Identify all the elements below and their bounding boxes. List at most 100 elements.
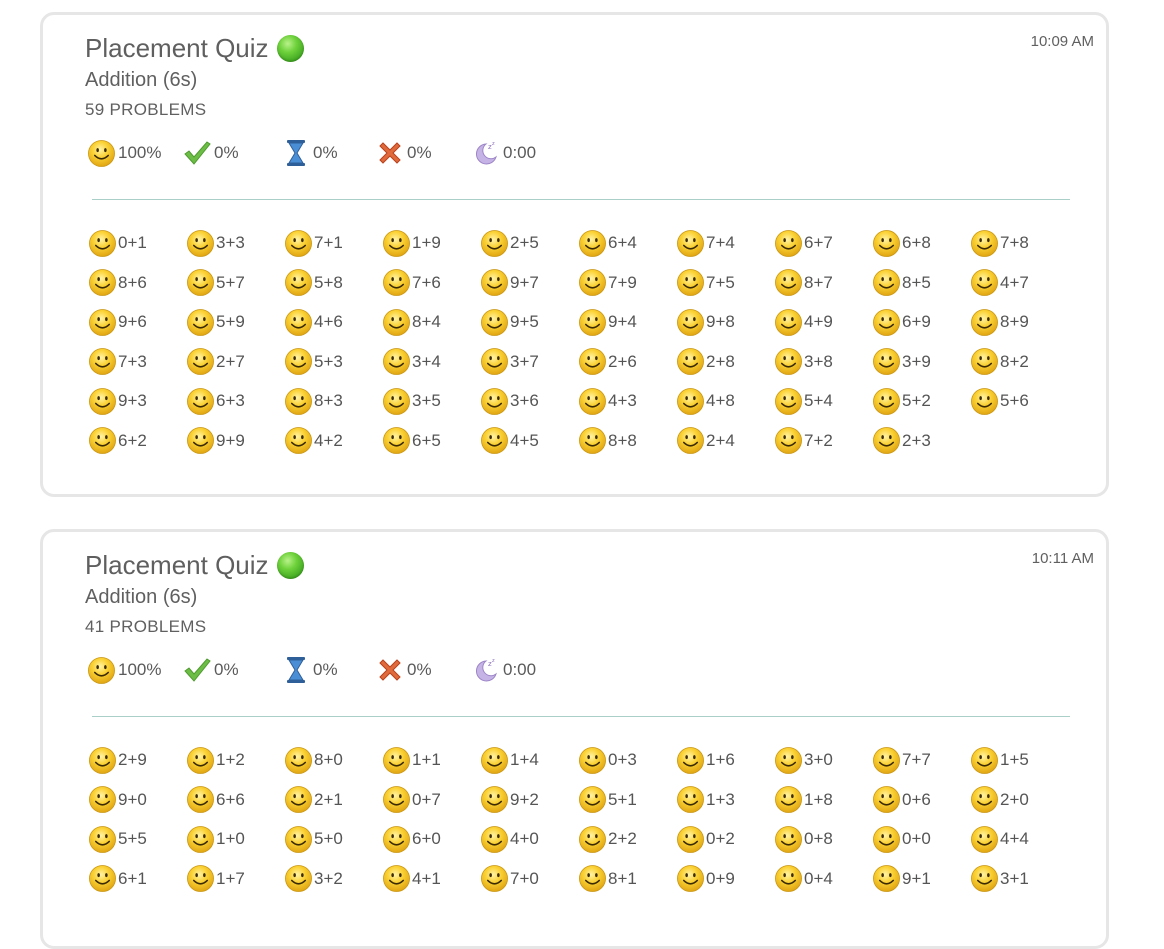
problem-item: 0+7 — [382, 785, 480, 815]
cross-icon — [376, 139, 404, 167]
problem-item: 6+7 — [774, 228, 872, 258]
problem-item: 6+1 — [88, 864, 186, 894]
smiley-icon — [383, 786, 410, 813]
problem-label: 5+3 — [314, 351, 343, 371]
problem-item: 5+2 — [872, 386, 970, 416]
divider — [92, 716, 1070, 717]
problem-item: 3+7 — [480, 347, 578, 377]
smiley-icon — [383, 308, 410, 336]
problem-label: 7+8 — [1000, 233, 1029, 252]
problem-label: 8+8 — [608, 430, 637, 450]
smiley-icon — [579, 786, 606, 813]
problem-item: 7+4 — [676, 228, 774, 258]
smiley-icon — [579, 427, 606, 454]
smiley-icon — [775, 269, 802, 296]
problem-item: 8+6 — [88, 268, 186, 298]
problem-item: 4+6 — [284, 307, 382, 337]
problem-label: 6+0 — [412, 829, 441, 848]
smiley-icon — [579, 825, 606, 853]
problem-label: 4+1 — [412, 868, 441, 888]
smiley-icon — [873, 269, 900, 296]
problem-item: 0+9 — [676, 864, 774, 894]
smiley-icon — [579, 746, 606, 774]
problem-item: 9+1 — [872, 864, 970, 894]
problem-label: 2+2 — [608, 829, 637, 848]
problem-label: 4+7 — [1000, 272, 1029, 292]
smiley-icon — [481, 387, 508, 415]
divider — [92, 199, 1070, 200]
smiley-icon — [873, 229, 900, 257]
smiley-icon — [383, 825, 410, 853]
problem-item: 8+5 — [872, 268, 970, 298]
problem-label: 9+0 — [118, 789, 147, 809]
problem-item: 1+6 — [676, 745, 774, 775]
smiley-icon — [89, 865, 116, 892]
smiley-icon — [187, 825, 214, 853]
smiley-icon — [89, 229, 116, 257]
smiley-icon — [579, 269, 606, 296]
problem-item: 5+3 — [284, 347, 382, 377]
problem-label: 0+0 — [902, 829, 931, 848]
problem-label: 0+2 — [706, 829, 735, 848]
problem-item: 9+9 — [186, 426, 284, 456]
problem-item: 6+3 — [186, 386, 284, 416]
problem-label: 1+3 — [706, 789, 735, 809]
problem-item: 7+3 — [88, 347, 186, 377]
smiley-icon — [775, 308, 802, 336]
stat-idle-time: zz 0:00 — [472, 138, 536, 168]
smiley-icon — [971, 746, 998, 774]
problem-item: 4+8 — [676, 386, 774, 416]
problem-label: 4+4 — [1000, 829, 1029, 848]
check-icon — [183, 139, 211, 167]
problem-label: 7+2 — [804, 430, 833, 450]
problem-item: 1+3 — [676, 785, 774, 815]
problem-item: 0+1 — [88, 228, 186, 258]
problem-label: 1+9 — [412, 233, 441, 252]
smiley-icon — [775, 229, 802, 257]
problem-label: 6+1 — [118, 868, 147, 888]
smiley-icon — [775, 825, 802, 853]
smiley-icon — [481, 308, 508, 336]
problem-item: 1+7 — [186, 864, 284, 894]
problem-label: 3+0 — [804, 750, 833, 769]
stat-slow: 0% — [282, 655, 338, 685]
problem-label: 7+9 — [608, 272, 637, 292]
quiz-time: 10:11 AM — [1031, 550, 1094, 567]
problem-label: 5+1 — [608, 789, 637, 809]
problem-item: 9+4 — [578, 307, 676, 337]
smiley-icon — [481, 786, 508, 813]
problem-label: 2+3 — [902, 430, 931, 450]
problem-item: 5+0 — [284, 824, 382, 854]
problem-label: 1+4 — [510, 750, 539, 769]
problem-item: 0+3 — [578, 745, 676, 775]
stat-slow: 0% — [282, 138, 338, 168]
svg-text:z: z — [492, 141, 495, 147]
problem-label: 2+9 — [118, 750, 147, 769]
smiley-icon — [971, 348, 998, 375]
problem-item: 5+8 — [284, 268, 382, 298]
smiley-icon — [971, 269, 998, 296]
problem-label: 9+2 — [510, 789, 539, 809]
smiley-icon — [383, 229, 410, 257]
problem-item: 9+5 — [480, 307, 578, 337]
problem-item: 9+8 — [676, 307, 774, 337]
problem-label: 4+5 — [510, 430, 539, 450]
problem-label: 6+5 — [412, 430, 441, 450]
smiley-icon — [873, 427, 900, 454]
problem-item: 0+6 — [872, 785, 970, 815]
problem-item: 2+6 — [578, 347, 676, 377]
problem-label: 5+9 — [216, 312, 245, 331]
problem-label: 0+1 — [118, 233, 147, 252]
smiley-icon — [89, 786, 116, 813]
problem-label: 8+0 — [314, 750, 343, 769]
problem-item: 8+2 — [970, 347, 1068, 377]
stat-value: 0% — [407, 660, 432, 679]
green-status-icon — [276, 34, 304, 62]
smiley-icon — [89, 348, 116, 375]
problem-item: 2+7 — [186, 347, 284, 377]
smiley-icon — [579, 348, 606, 375]
smiley-icon — [481, 269, 508, 296]
problem-item: 9+0 — [88, 785, 186, 815]
problem-label: 6+6 — [216, 789, 245, 809]
smiley-icon — [285, 269, 312, 296]
